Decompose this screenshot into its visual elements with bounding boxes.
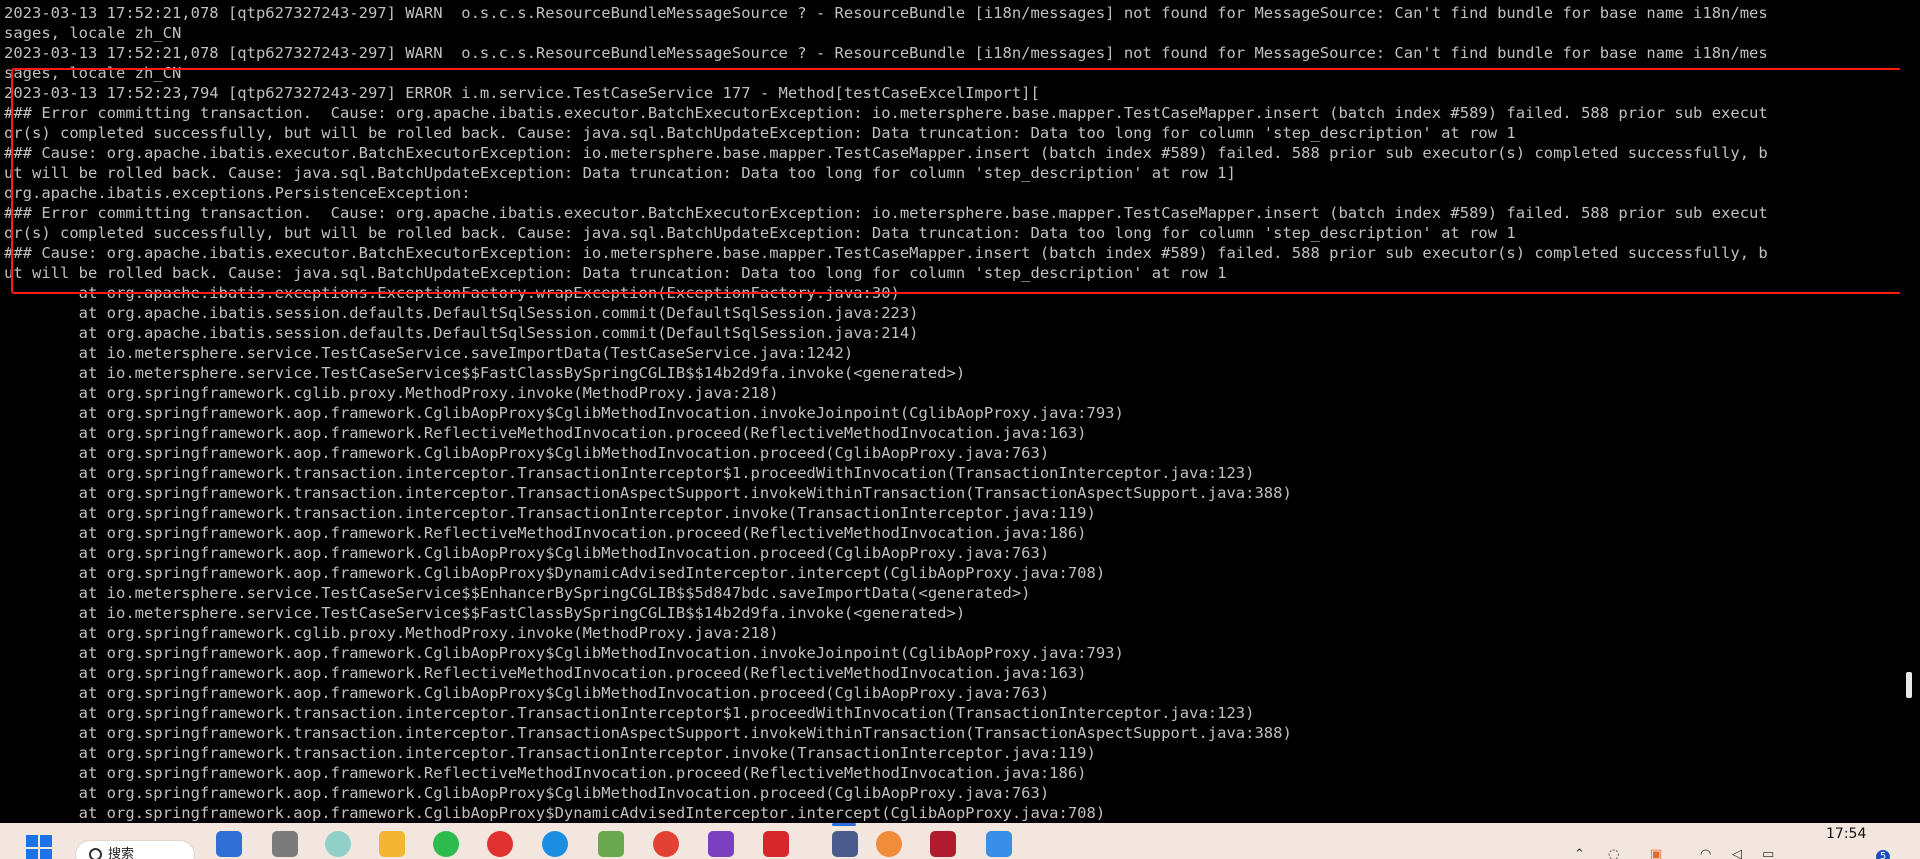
widgets-icon[interactable] bbox=[216, 831, 242, 857]
log-line: 2023-03-13 17:52:21,078 [qtp627327243-29… bbox=[4, 44, 1768, 62]
log-line: at org.apache.ibatis.exceptions.Exceptio… bbox=[4, 284, 900, 302]
taskbar-search-box[interactable]: 搜索 bbox=[75, 840, 195, 859]
log-line: at org.springframework.aop.framework.Ref… bbox=[4, 424, 1087, 442]
search-icon bbox=[89, 848, 102, 859]
log-line: at org.springframework.transaction.inter… bbox=[4, 484, 1292, 502]
log-line: at org.springframework.aop.framework.Ref… bbox=[4, 524, 1087, 542]
app-tray-icon[interactable]: ▣ bbox=[1650, 848, 1666, 859]
log-line: or(s) completed successfully, but will b… bbox=[4, 224, 1516, 242]
log-line: at org.springframework.aop.framework.Cgl… bbox=[4, 444, 1050, 462]
log-line: ut will be rolled back. Cause: java.sql.… bbox=[4, 264, 1227, 282]
onenote-icon[interactable] bbox=[708, 831, 734, 857]
active-app-indicator bbox=[832, 823, 856, 826]
log-line: at org.springframework.aop.framework.Cgl… bbox=[4, 684, 1050, 702]
notes-icon[interactable] bbox=[986, 831, 1012, 857]
terminal-icon[interactable] bbox=[272, 831, 298, 857]
log-line: sages, locale zh_CN bbox=[4, 24, 182, 42]
qq-browser-icon[interactable] bbox=[542, 831, 568, 857]
browser-icon[interactable] bbox=[325, 831, 351, 857]
log-line: sages, locale zh_CN bbox=[4, 64, 182, 82]
app-icon[interactable] bbox=[487, 831, 513, 857]
notepad-icon[interactable] bbox=[598, 831, 624, 857]
taskbar: 搜索 ⌃ ◌ ▣ ◠ ◁ ▭ 17:54 5 bbox=[0, 823, 1920, 859]
windows-start-icon[interactable] bbox=[26, 835, 54, 859]
log-line: at io.metersphere.service.TestCaseServic… bbox=[4, 604, 966, 622]
search-placeholder: 搜索 bbox=[108, 847, 135, 859]
file-explorer-icon[interactable] bbox=[379, 831, 405, 857]
wps-icon[interactable] bbox=[763, 831, 789, 857]
log-line: ### Error committing transaction. Cause:… bbox=[4, 204, 1768, 222]
scrollbar-thumb[interactable] bbox=[1906, 672, 1912, 698]
vertical-scrollbar[interactable] bbox=[1900, 0, 1920, 823]
log-line: at org.springframework.transaction.inter… bbox=[4, 504, 1096, 522]
log-line: 2023-03-13 17:52:21,078 [qtp627327243-29… bbox=[4, 4, 1768, 22]
log-line: at org.springframework.cglib.proxy.Metho… bbox=[4, 624, 779, 642]
wifi-icon[interactable]: ◠ bbox=[1700, 848, 1716, 859]
log-line: at org.apache.ibatis.session.defaults.De… bbox=[4, 324, 919, 342]
log-line: at io.metersphere.service.TestCaseServic… bbox=[4, 584, 1031, 602]
log-line: at org.springframework.aop.framework.Cgl… bbox=[4, 544, 1050, 562]
network-icon[interactable]: ◌ bbox=[1608, 848, 1624, 859]
remote-desktop-icon[interactable] bbox=[832, 823, 858, 857]
log-line: or(s) completed successfully, but will b… bbox=[4, 124, 1516, 142]
battery-icon[interactable]: ▭ bbox=[1762, 848, 1778, 859]
log-line: at org.springframework.transaction.inter… bbox=[4, 464, 1255, 482]
chevron-up-icon[interactable]: ⌃ bbox=[1574, 848, 1590, 859]
paint-icon[interactable] bbox=[876, 831, 902, 857]
log-line: 2023-03-13 17:52:23,794 [qtp627327243-29… bbox=[4, 84, 1040, 102]
log-line: at org.springframework.aop.framework.Cgl… bbox=[4, 784, 1050, 802]
log-line: ut will be rolled back. Cause: java.sql.… bbox=[4, 164, 1236, 182]
log-line: at org.springframework.aop.framework.Cgl… bbox=[4, 564, 1106, 582]
volume-icon[interactable]: ◁ bbox=[1732, 848, 1748, 859]
wechat-icon[interactable] bbox=[433, 831, 459, 857]
log-line: at io.metersphere.service.TestCaseServic… bbox=[4, 364, 966, 382]
log-line: at org.springframework.aop.framework.Ref… bbox=[4, 764, 1087, 782]
taskbar-clock[interactable]: 17:54 bbox=[1826, 826, 1866, 842]
log-line: at io.metersphere.service.TestCaseServic… bbox=[4, 344, 854, 362]
console-output[interactable]: 2023-03-13 17:52:21,078 [qtp627327243-29… bbox=[0, 0, 1900, 823]
log-line: at org.springframework.aop.framework.Cgl… bbox=[4, 404, 1124, 422]
recorder-icon[interactable] bbox=[930, 831, 956, 857]
log-line: at org.apache.ibatis.session.defaults.De… bbox=[4, 304, 919, 322]
log-line: ### Cause: org.apache.ibatis.executor.Ba… bbox=[4, 144, 1768, 162]
notification-badge[interactable]: 5 bbox=[1876, 850, 1890, 859]
log-line: at org.springframework.cglib.proxy.Metho… bbox=[4, 384, 779, 402]
log-line: at org.springframework.aop.framework.Ref… bbox=[4, 664, 1087, 682]
log-line: ### Cause: org.apache.ibatis.executor.Ba… bbox=[4, 244, 1768, 262]
log-line: at org.springframework.aop.framework.Cgl… bbox=[4, 804, 1106, 822]
log-line: ### Error committing transaction. Cause:… bbox=[4, 104, 1768, 122]
log-line: at org.springframework.transaction.inter… bbox=[4, 724, 1292, 742]
log-line: at org.springframework.transaction.inter… bbox=[4, 704, 1255, 722]
log-line: at org.springframework.aop.framework.Cgl… bbox=[4, 644, 1124, 662]
log-line: at org.springframework.transaction.inter… bbox=[4, 744, 1096, 762]
chrome-icon[interactable] bbox=[653, 831, 679, 857]
log-line: org.apache.ibatis.exceptions.Persistence… bbox=[4, 184, 471, 202]
